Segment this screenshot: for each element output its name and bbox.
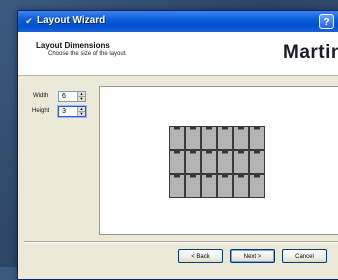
tile-grid xyxy=(169,126,265,198)
layout-tile xyxy=(185,174,201,198)
width-stepper-buttons: ▲ ▼ xyxy=(77,92,85,101)
next-button[interactable]: Next > xyxy=(230,249,275,263)
height-stepper[interactable]: 3 ▲ ▼ xyxy=(58,106,86,117)
layout-tile xyxy=(249,174,265,198)
layout-preview xyxy=(99,86,338,235)
title-bar[interactable]: ✔ Layout Wizard ? xyxy=(18,11,338,32)
layout-tile xyxy=(217,150,233,174)
wizard-header: Layout Dimensions Choose the size of the… xyxy=(18,32,338,76)
page-title: Layout Dimensions xyxy=(36,41,110,50)
help-button[interactable]: ? xyxy=(319,14,334,29)
layout-tile xyxy=(249,150,265,174)
layout-tile xyxy=(185,150,201,174)
width-value: 6 xyxy=(62,93,66,100)
layout-tile xyxy=(233,126,249,150)
layout-tile xyxy=(201,150,217,174)
page-subtitle: Choose the size of the layout. xyxy=(48,51,128,57)
cancel-button[interactable]: Cancel xyxy=(282,249,327,263)
width-stepper[interactable]: 6 ▲ ▼ xyxy=(58,91,86,102)
window-title: Layout Wizard xyxy=(37,15,106,26)
layout-tile xyxy=(249,126,265,150)
height-down-arrow-icon[interactable]: ▼ xyxy=(77,111,85,116)
layout-tile xyxy=(185,126,201,150)
wizard-check-icon: ✔ xyxy=(25,16,33,26)
layout-tile xyxy=(233,150,249,174)
layout-tile xyxy=(169,150,185,174)
layout-tile xyxy=(201,126,217,150)
layout-tile xyxy=(217,126,233,150)
width-down-arrow-icon[interactable]: ▼ xyxy=(77,96,85,101)
height-stepper-buttons: ▲ ▼ xyxy=(77,107,85,116)
width-label: Width xyxy=(33,93,49,99)
layout-tile xyxy=(217,174,233,198)
layout-tile xyxy=(169,174,185,198)
layout-tile xyxy=(169,126,185,150)
layout-wizard-dialog: ✔ Layout Wizard ? Layout Dimensions Choo… xyxy=(17,10,338,280)
back-button[interactable]: < Back xyxy=(178,249,223,263)
layout-tile xyxy=(233,174,249,198)
height-label: Height xyxy=(32,108,50,114)
brand-logo: Martin xyxy=(283,42,338,63)
layout-tile xyxy=(201,174,217,198)
button-separator xyxy=(24,241,338,243)
height-value: 3 xyxy=(62,108,66,115)
